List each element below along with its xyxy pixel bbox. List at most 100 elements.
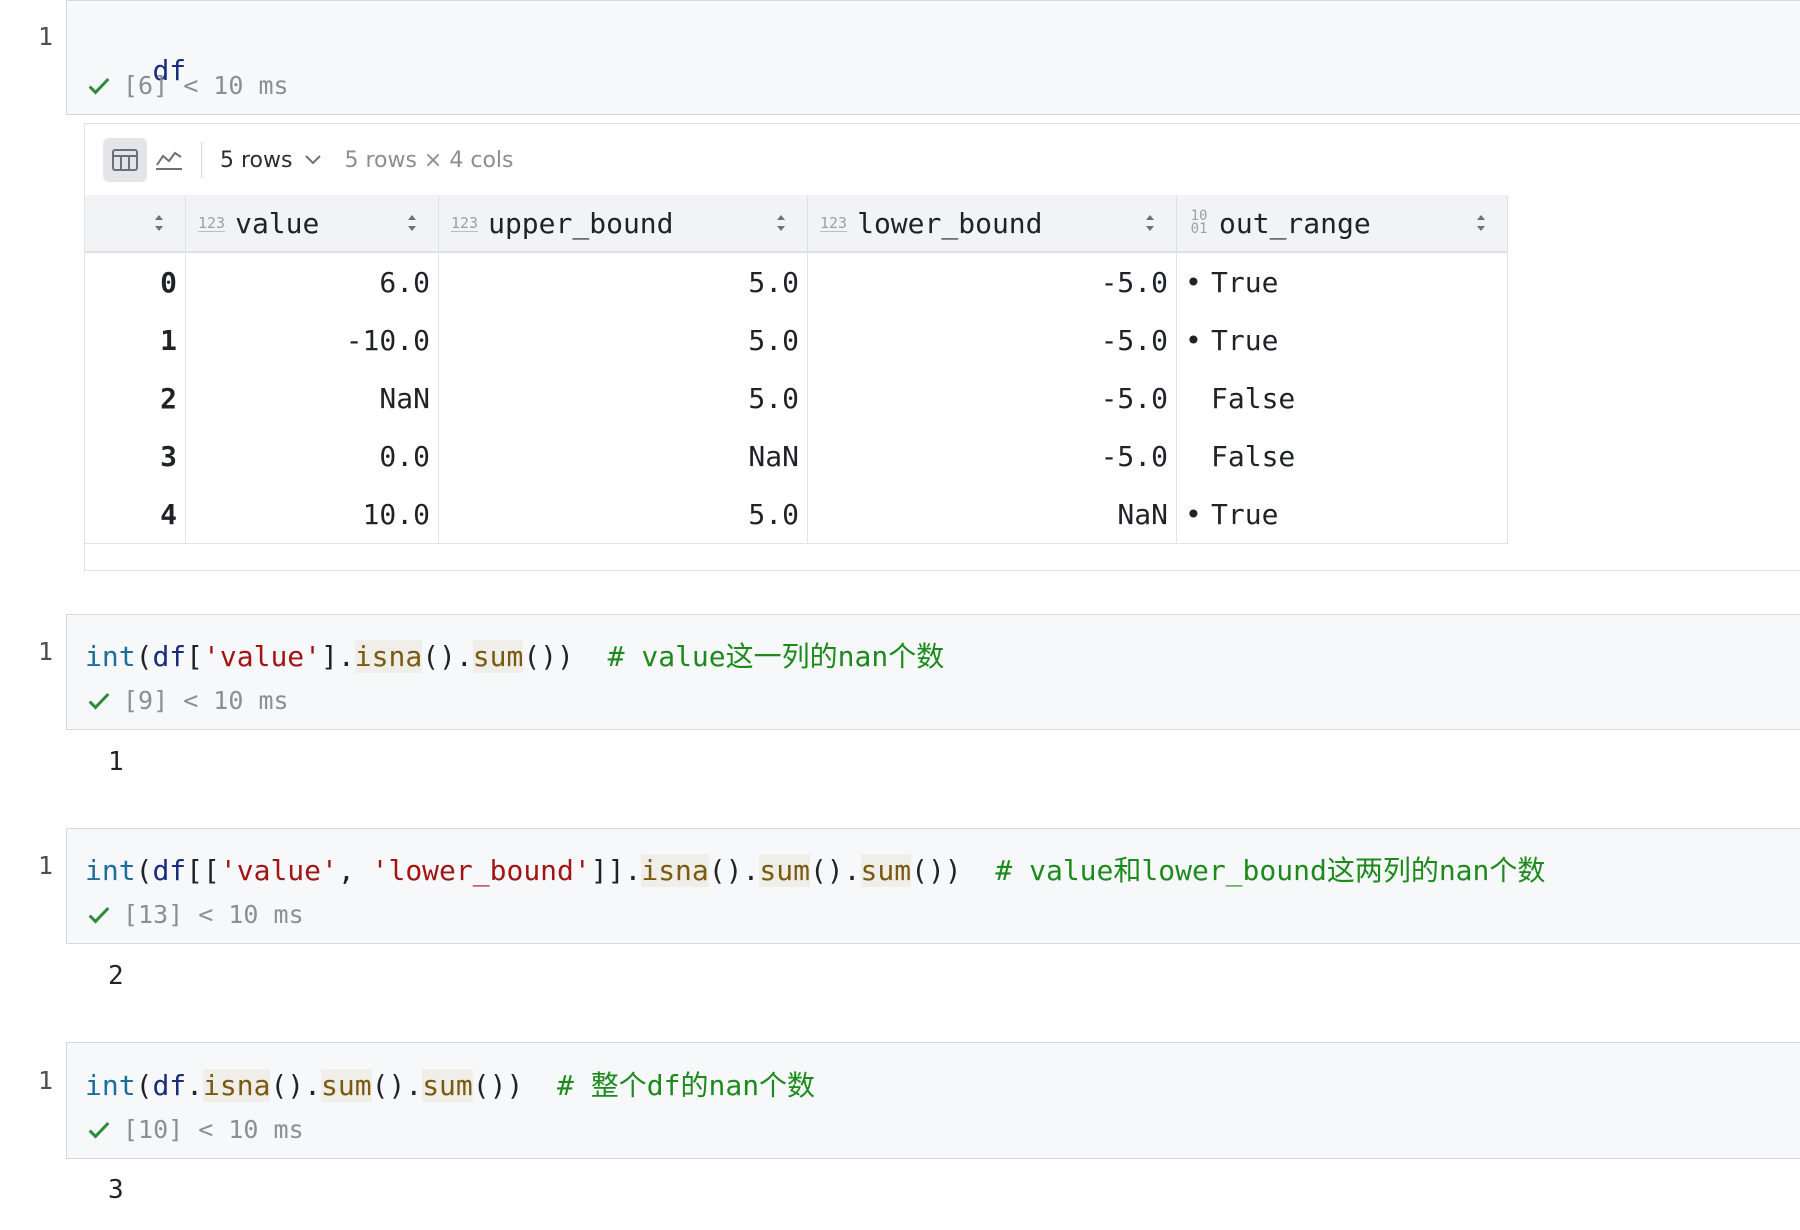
code-token: isna [203,1069,271,1102]
code-line[interactable]: int(df[['value', 'lower_bound']].isna().… [85,849,1545,889]
sort-icon[interactable] [1144,214,1156,232]
cell-value: NaN [185,369,439,427]
execution-status: [13] < 10 ms [85,900,304,929]
true-dot-icon: • [1185,497,1202,531]
rows-dropdown-label: 5 rows [220,147,293,173]
code-token: [ [186,640,204,673]
code-token: (). [809,854,861,887]
column-name: value [235,206,320,240]
cell-line-number: 1 [38,1066,54,1095]
numeric-type-icon: 123 [451,213,479,232]
cell-value: 0.0 [185,427,439,485]
code-token: int [85,1069,136,1102]
code-token: (). [708,854,760,887]
check-icon [88,1121,110,1139]
code-token: 'value' [219,854,338,887]
rows-dropdown[interactable]: 5 rows [220,148,324,173]
cell-output: 1 [108,747,124,777]
check-icon [88,906,110,924]
chart-view-button[interactable] [147,138,191,182]
execution-status: [9] < 10 ms [85,686,289,715]
row-index: 4 [85,485,186,544]
execution-time: [10] < 10 ms [123,1115,304,1144]
code-cell-two-columns-nan[interactable]: int(df[['value', 'lower_bound']].isna().… [66,828,1800,944]
boolean-type-icon: 10 01 [1190,208,1208,237]
cell-value: -10.0 [185,311,439,369]
code-token: isna [354,640,423,673]
cell-out-range: • True [1176,252,1508,311]
column-header-upper-bound[interactable]: 123 upper_bound [438,195,808,253]
check-icon [88,77,110,95]
cell-out-range: False [1176,369,1508,427]
dataframe-output: 5 rows 5 rows × 4 cols 123 value 123 upper… [84,123,1800,571]
code-token: (). [422,640,473,673]
code-token: # 整个df的nan个数 [523,1069,816,1102]
sort-icon[interactable] [406,214,418,232]
code-token: ()) [523,640,574,673]
code-cell-whole-df-nan[interactable]: int(df.isna().sum().sum()) # 整个df的nan个数 … [66,1042,1800,1159]
bool-value: True [1211,265,1279,299]
code-token: df [152,854,187,887]
column-header-out-range[interactable]: 10 01 out_range [1176,195,1508,253]
table-row: 4 10.0 5.0 NaN • True [85,485,1508,544]
bool-value: False [1211,439,1296,473]
code-token: sum [759,854,810,887]
code-cell-df[interactable]: df [6] < 10 ms [66,0,1800,115]
column-name: upper_bound [488,206,674,240]
dataframe-table: 123 value 123 upper_bound 123 lower_bound 1… [85,195,1508,544]
execution-status: [10] < 10 ms [85,1115,304,1144]
cell-upper-bound: 5.0 [438,252,808,311]
code-token: (). [270,1069,322,1102]
execution-status: [6] < 10 ms [85,71,289,100]
cell-lower-bound: -5.0 [807,311,1177,369]
cell-value: 10.0 [185,485,439,544]
cell-output: 2 [108,961,124,991]
table-row: 3 0.0 NaN -5.0 False [85,427,1508,485]
table-icon [112,149,138,171]
code-token: df [152,640,187,673]
cell-upper-bound: 5.0 [438,369,808,427]
sort-icon[interactable] [153,214,165,232]
code-token: # value这一列的nan个数 [573,640,945,673]
code-token: int [85,854,136,887]
code-token: ()) [472,1069,524,1102]
numeric-type-icon: 123 [198,213,226,232]
cell-out-range: • True [1176,311,1508,369]
cell-out-range: • True [1176,485,1508,544]
row-index: 3 [85,427,186,485]
code-token: ]]. [590,854,642,887]
code-token: ( [135,854,153,887]
execution-time: [9] < 10 ms [123,686,289,715]
code-token: (). [371,1069,423,1102]
row-index: 1 [85,311,186,369]
column-header-lower-bound[interactable]: 123 lower_bound [807,195,1177,253]
cell-lower-bound: NaN [807,485,1177,544]
column-header-index[interactable] [85,195,186,253]
sort-icon[interactable] [775,214,787,232]
true-dot-icon: • [1185,265,1202,299]
code-cell-value-nan[interactable]: int(df['value'].isna().sum()) # value这一列… [66,614,1800,730]
code-token: 'lower_bound' [371,854,591,887]
true-dot-icon: • [1185,323,1202,357]
code-line[interactable]: int(df['value'].isna().sum()) # value这一列… [85,635,944,675]
cell-value: 6.0 [185,252,439,311]
code-token: sum [321,1069,372,1102]
cell-lower-bound: -5.0 [807,252,1177,311]
execution-time: [13] < 10 ms [123,900,304,929]
code-token: 'value' [203,640,322,673]
code-token: int [85,640,136,673]
cell-line-number: 1 [38,637,54,666]
table-dimensions: 5 rows × 4 cols [344,147,514,173]
column-name: out_range [1219,206,1371,240]
code-line[interactable]: int(df.isna().sum().sum()) # 整个df的nan个数 [85,1064,815,1104]
row-index: 0 [85,252,186,311]
code-token: # value和lower_bound这两列的nan个数 [961,854,1546,887]
column-header-value[interactable]: 123 value [185,195,439,253]
code-token: sum [422,1069,473,1102]
cell-upper-bound: 5.0 [438,311,808,369]
cell-lower-bound: -5.0 [807,427,1177,485]
table-view-button[interactable] [103,138,147,182]
numeric-type-icon: 123 [820,213,848,232]
code-token: . [186,1069,204,1102]
sort-icon[interactable] [1475,214,1487,232]
